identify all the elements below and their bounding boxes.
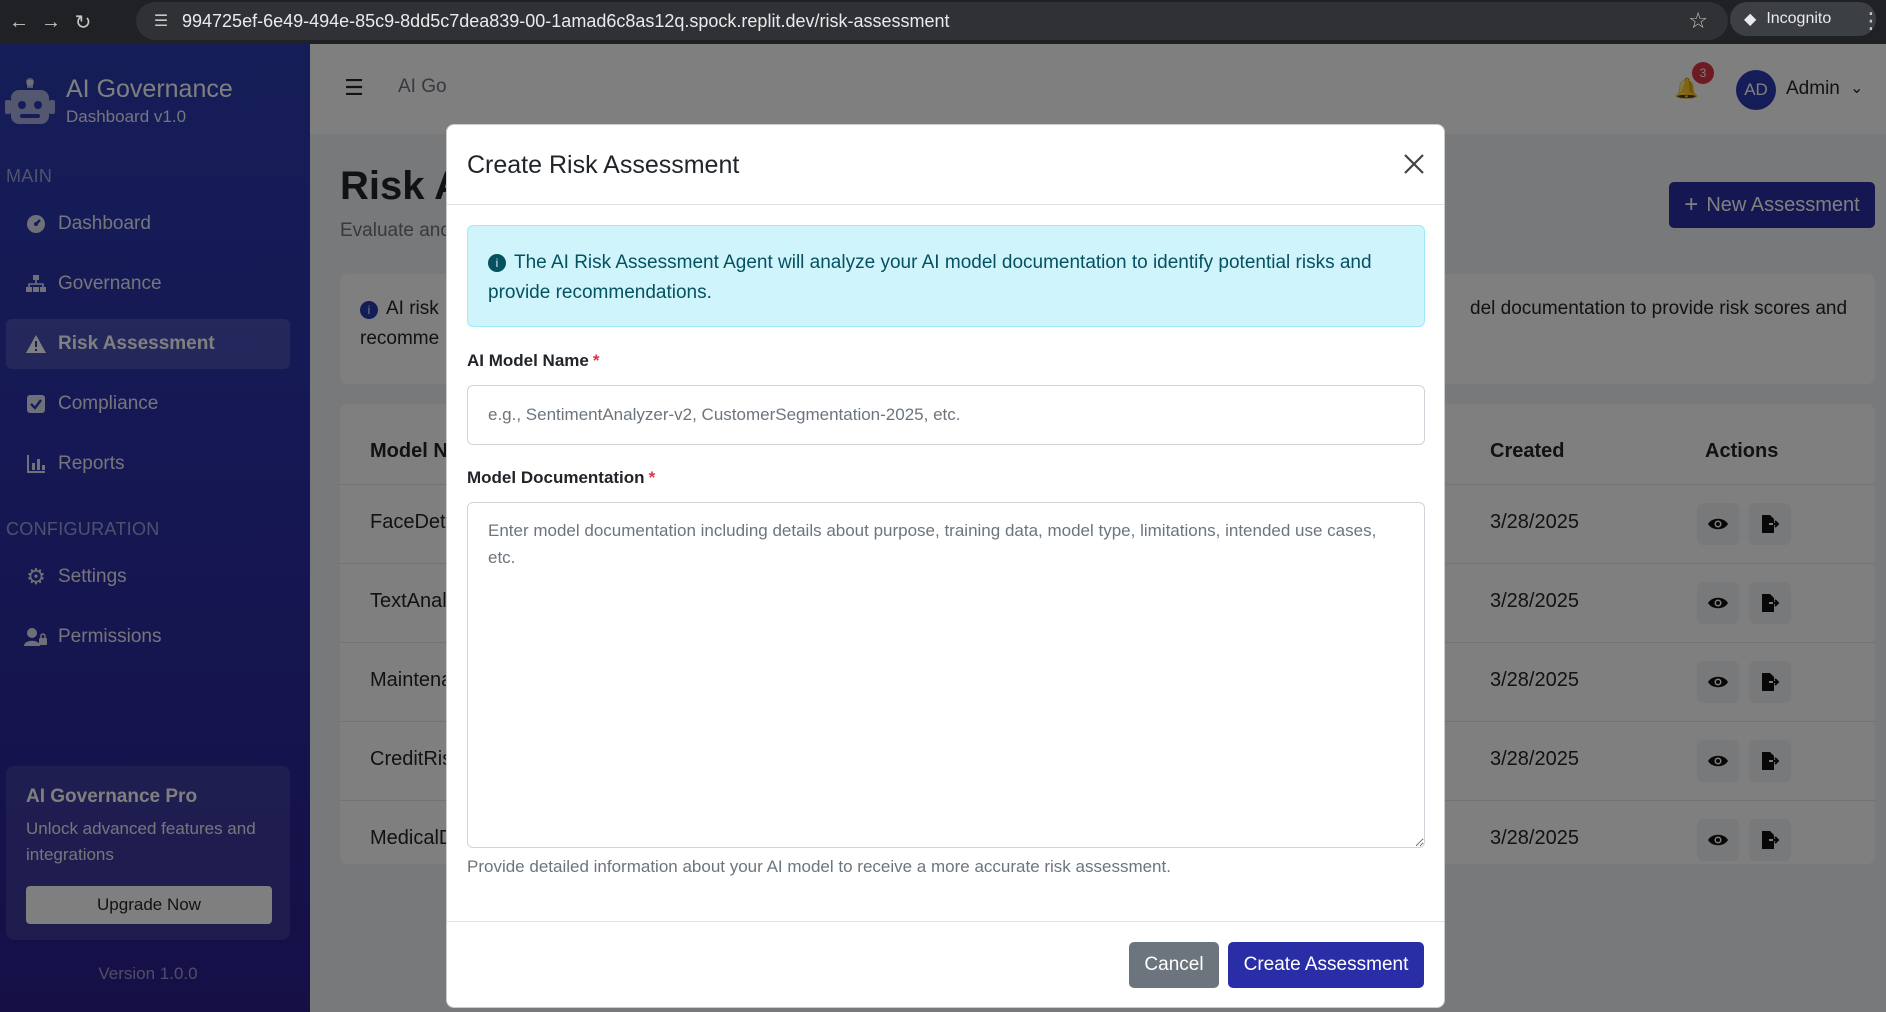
- model-name-label-text: AI Model Name: [467, 351, 589, 370]
- create-assessment-modal: Create Risk Assessment i The AI Risk Asse…: [446, 124, 1445, 1008]
- site-settings-icon[interactable]: ☰: [146, 11, 176, 31]
- required-mark: *: [592, 351, 600, 370]
- info-alert: i The AI Risk Assessment Agent will analy…: [467, 225, 1425, 327]
- incognito-label: Incognito: [1766, 10, 1832, 27]
- modal-title: Create Risk Assessment: [467, 151, 740, 179]
- back-icon[interactable]: ←: [6, 9, 32, 35]
- forward-icon[interactable]: →: [38, 9, 64, 35]
- model-name-label: AI Model Name *: [467, 351, 599, 371]
- browser-chrome: ← → ↻ ☰ 994725ef-6e49-494e-85c9-8dd5c7de…: [0, 0, 1886, 44]
- alert-text: The AI Risk Assessment Agent will analyz…: [488, 252, 1372, 303]
- reload-icon[interactable]: ↻: [70, 9, 96, 35]
- incognito-icon: ◆: [1744, 11, 1757, 28]
- documentation-help-text: Provide detailed information about your …: [467, 857, 1171, 876]
- model-documentation-textarea[interactable]: [467, 502, 1425, 848]
- browser-menu-icon[interactable]: ⋮: [1860, 8, 1882, 34]
- incognito-indicator[interactable]: ◆ Incognito: [1730, 2, 1876, 36]
- cancel-button[interactable]: Cancel: [1129, 942, 1219, 988]
- modal-header: Create Risk Assessment: [447, 125, 1444, 205]
- required-mark: *: [648, 468, 656, 487]
- model-documentation-label: Model Documentation *: [467, 468, 655, 488]
- modal-footer: Cancel Create Assessment: [447, 921, 1444, 1007]
- info-circle-icon: i: [488, 254, 506, 272]
- create-assessment-button[interactable]: Create Assessment: [1228, 942, 1424, 988]
- modal-backdrop[interactable]: Create Risk Assessment i The AI Risk Asse…: [0, 44, 1886, 1012]
- bookmark-star-icon[interactable]: ☆: [1688, 8, 1708, 34]
- close-icon[interactable]: [1397, 147, 1431, 181]
- model-documentation-label-text: Model Documentation: [467, 468, 645, 487]
- url-text: 994725ef-6e49-494e-85c9-8dd5c7dea839-00-…: [182, 10, 950, 31]
- model-name-input[interactable]: [467, 385, 1425, 445]
- address-bar[interactable]: ☰ 994725ef-6e49-494e-85c9-8dd5c7dea839-0…: [136, 2, 1728, 40]
